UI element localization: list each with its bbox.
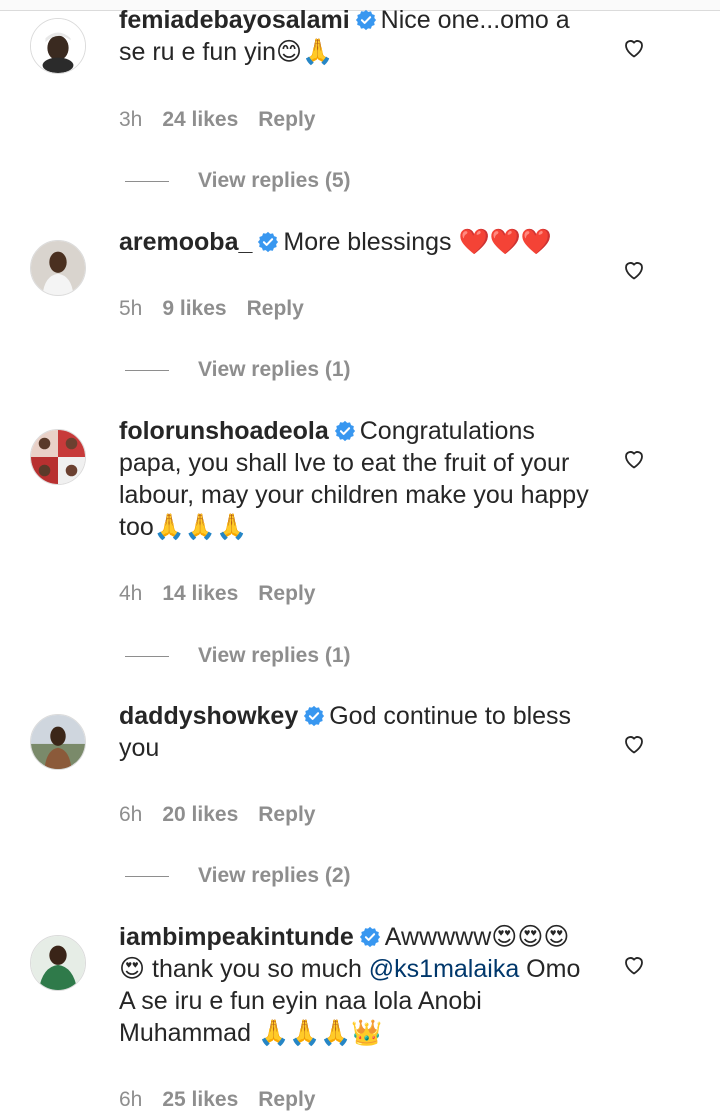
comment-time: 5h [119,297,143,320]
comment-body: More blessings ❤️❤️❤️ [283,228,552,256]
comment-time: 4h [119,582,143,605]
view-replies-label: View replies (5) [198,169,351,192]
avatar[interactable] [30,240,86,296]
avatar[interactable] [30,429,86,485]
comment-meta: 4h 14 likes Reply [119,582,335,606]
comment-meta: 6h 25 likes Reply [119,1088,335,1112]
likes-count[interactable]: 9 likes [162,297,226,320]
verified-badge-icon [303,705,325,727]
heart-outline-icon[interactable] [622,953,646,977]
verified-badge-icon [257,231,279,253]
comment-username[interactable]: daddyshowkey [119,702,298,730]
comment-time: 6h [119,1088,143,1111]
comment-username[interactable]: folorunshoadeola [119,417,329,445]
reply-button[interactable]: Reply [258,582,315,605]
verified-badge-icon [355,9,377,31]
view-replies-label: View replies (1) [198,358,351,381]
reply-button[interactable]: Reply [258,1088,315,1111]
view-replies-button[interactable]: View replies (1) [125,358,351,382]
avatar[interactable] [30,935,86,991]
view-replies-label: View replies (2) [198,864,351,887]
comment-time: 3h [119,108,143,131]
comment-text: femiadebayosalami Nice one...omo a se ru … [119,4,589,68]
heart-outline-icon[interactable] [622,732,646,756]
view-replies-button[interactable]: View replies (1) [125,644,351,668]
view-replies-button[interactable]: View replies (2) [125,864,351,888]
divider-line [125,875,169,877]
view-replies-button[interactable]: View replies (5) [125,169,351,193]
comment-text: folorunshoadeola Congratulations papa, yo… [119,415,589,543]
reply-button[interactable]: Reply [258,803,315,826]
comment-text: daddyshowkey God continue to bless you [119,700,589,764]
likes-count[interactable]: 14 likes [162,582,238,605]
comment-time: 6h [119,803,143,826]
likes-count[interactable]: 24 likes [162,108,238,131]
comment-username[interactable]: femiadebayosalami [119,6,350,34]
view-replies-label: View replies (1) [198,644,351,667]
comment-meta: 6h 20 likes Reply [119,803,335,827]
avatar[interactable] [30,18,86,74]
comment-text: iambimpeakintunde Awwwww😍😍😍😍 thank you so… [119,921,589,1049]
verified-badge-icon [334,420,356,442]
divider-line [125,369,169,371]
heart-outline-icon[interactable] [622,36,646,60]
comment-username[interactable]: aremooba_ [119,228,252,256]
divider-line [125,180,169,182]
avatar[interactable] [30,714,86,770]
heart-outline-icon[interactable] [622,447,646,471]
verified-badge-icon [359,926,381,948]
likes-count[interactable]: 20 likes [162,803,238,826]
reply-button[interactable]: Reply [247,297,304,320]
reply-button[interactable]: Reply [258,108,315,131]
comment-meta: 5h 9 likes Reply [119,297,324,321]
divider-line [125,655,169,657]
likes-count[interactable]: 25 likes [162,1088,238,1111]
heart-outline-icon[interactable] [622,258,646,282]
comment-meta: 3h 24 likes Reply [119,108,335,132]
comment-username[interactable]: iambimpeakintunde [119,923,354,951]
mention-link[interactable]: @ks1malaika [369,955,519,983]
comment-text: aremooba_ More blessings ❤️❤️❤️ [119,226,589,258]
